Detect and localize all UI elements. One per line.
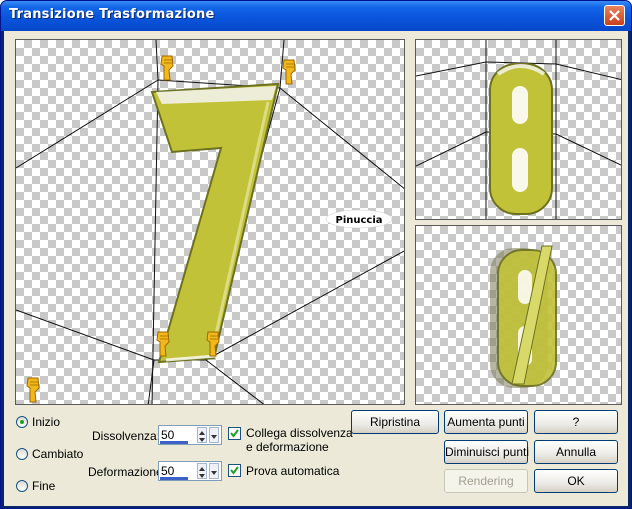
annulla-button[interactable]: Annulla [534, 440, 618, 464]
radio-fine[interactable] [16, 480, 28, 492]
deformazione-label: Deformazione: [88, 465, 167, 479]
window-title: Transizione Trasformazione [9, 7, 215, 22]
deformazione-input[interactable]: 50 [158, 461, 222, 481]
hand-pointer-icon[interactable] [26, 377, 40, 403]
close-icon [609, 10, 620, 21]
result-preview-canvas [415, 225, 622, 405]
morph-result [490, 245, 557, 388]
radio-cambiato-label[interactable]: Cambiato [32, 447, 83, 461]
deformazione-dropdown-button[interactable] [209, 463, 219, 479]
dissolvenza-dropdown-button[interactable] [209, 427, 219, 443]
ok-button[interactable]: OK [534, 469, 618, 493]
dialog-client: Pinuccia Inizio Cambiato Fine Dissolvenz… [4, 31, 628, 506]
radio-fine-label[interactable]: Fine [32, 479, 55, 493]
watermark-text: Pinuccia [335, 215, 382, 226]
chevron-down-icon [211, 471, 217, 475]
auto-preview-checkbox[interactable] [228, 464, 241, 477]
spin-arrows-icon [199, 467, 205, 478]
chevron-down-icon [211, 435, 217, 439]
digit-seven [150, 82, 280, 364]
spin-arrows-icon [199, 431, 205, 442]
link-checkbox-label-line2[interactable]: e deformazione [246, 440, 329, 454]
checkmark-icon [230, 429, 239, 438]
ripristina-button[interactable]: Ripristina [351, 410, 439, 434]
dialog-window: Transizione Trasformazione Pinuccia Iniz… [0, 0, 632, 509]
deformazione-value: 50 [161, 464, 175, 478]
dissolvenza-spin-button[interactable] [197, 427, 207, 443]
radio-inizio-label[interactable]: Inizio [32, 415, 60, 429]
link-checkbox-label[interactable]: Collega dissolvenza [246, 426, 353, 440]
digit-eight [489, 63, 553, 215]
start-image-drawing: Pinuccia [16, 40, 404, 404]
deformazione-spin-button[interactable] [197, 463, 207, 479]
radio-cambiato[interactable] [16, 448, 28, 460]
link-checkbox[interactable] [228, 427, 241, 440]
end-image-drawing [416, 40, 621, 219]
close-button[interactable] [604, 5, 625, 26]
dissolvenza-value: 50 [161, 428, 175, 442]
hand-pointer-icon[interactable] [160, 55, 174, 81]
aumenta-punti-button[interactable]: Aumenta punti [444, 410, 528, 434]
auto-preview-label[interactable]: Prova automatica [246, 464, 339, 478]
dissolvenza-input[interactable]: 50 [158, 425, 222, 445]
hand-pointer-icon[interactable] [282, 59, 296, 85]
help-button[interactable]: ? [534, 410, 618, 434]
radio-selected-dot [20, 420, 24, 424]
dissolvenza-label: Dissolvenza: [92, 429, 161, 443]
dissolvenza-slider-bar [160, 441, 188, 444]
result-preview-drawing [490, 245, 557, 388]
title-bar[interactable]: Transizione Trasformazione [1, 1, 631, 31]
deformazione-slider-bar [160, 477, 188, 480]
start-image-canvas[interactable]: Pinuccia [15, 39, 405, 405]
diminuisci-punti-button[interactable]: Diminuisci punti [444, 440, 529, 464]
checkmark-icon [230, 466, 239, 475]
watermark-badge: Pinuccia [325, 209, 393, 229]
rendering-button[interactable]: Rendering [444, 469, 528, 493]
end-image-canvas[interactable] [415, 39, 622, 220]
radio-inizio[interactable] [16, 416, 28, 428]
